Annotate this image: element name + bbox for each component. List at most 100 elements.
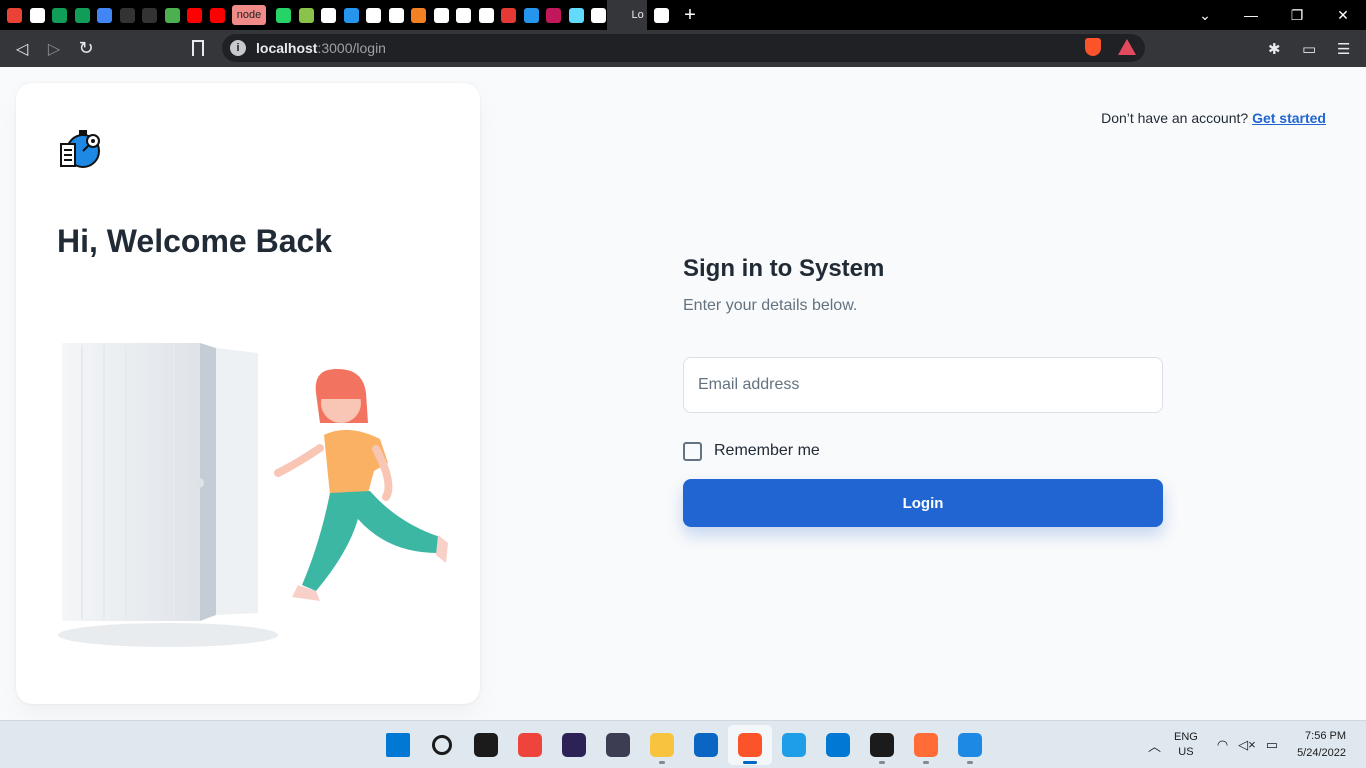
task-view-icon[interactable] <box>464 725 508 765</box>
browser-toolbar: ◁ ▷ ↻ i localhost:3000/login ✱ ▭ ☰ <box>0 30 1366 67</box>
browser-tab[interactable]: G <box>90 0 113 30</box>
minimize-icon[interactable]: — <box>1228 7 1274 23</box>
browser-tab[interactable]: S <box>292 0 315 30</box>
battery-icon[interactable]: ▭ <box>1266 737 1278 753</box>
clock-date: 5/24/2022 <box>1297 747 1346 759</box>
show-hidden-icons-icon[interactable]: ︿ <box>1148 736 1161 755</box>
remember-me[interactable]: Remember me <box>683 441 1163 461</box>
wifi-icon[interactable]: ◠ <box>1217 737 1228 753</box>
browser-tab[interactable]: H <box>382 0 405 30</box>
browser-tab[interactable]: W <box>337 0 360 30</box>
sheet-icon <box>74 7 90 23</box>
menu-icon[interactable]: ☰ <box>1337 30 1350 67</box>
brave-rewards-icon[interactable] <box>1118 39 1136 55</box>
browser-tab[interactable]: ja <box>404 0 427 30</box>
restore-icon[interactable]: ❐ <box>1274 7 1320 24</box>
download-icon <box>298 7 314 23</box>
brave-icon-glyph <box>738 733 762 757</box>
door-illustration <box>58 343 448 647</box>
whatsapp-icon <box>276 7 291 23</box>
signup-text: Don’t have an account? <box>1101 110 1249 126</box>
search-icon[interactable] <box>420 725 464 765</box>
flag-icon <box>433 7 449 23</box>
mail-icon[interactable] <box>816 725 860 765</box>
browser-tab[interactable]: re <box>494 0 517 30</box>
browser-tab[interactable]: C <box>517 0 540 30</box>
windows-start-icon[interactable] <box>376 725 420 765</box>
anydesk-icon[interactable] <box>508 725 552 765</box>
notepad-icon[interactable] <box>948 725 992 765</box>
browser-tab[interactable]: d <box>584 0 607 30</box>
form-subtitle: Enter your details below. <box>683 297 858 314</box>
browser-tab[interactable]: S <box>562 0 585 30</box>
file-explorer-icon[interactable] <box>640 725 684 765</box>
volume-muted-icon[interactable]: ◁× <box>1238 737 1256 753</box>
postman-icon[interactable] <box>904 725 948 765</box>
terminal-icon[interactable] <box>860 725 904 765</box>
language-indicator[interactable]: ENG US <box>1174 730 1198 760</box>
browser-tab[interactable]: p <box>647 0 670 30</box>
github-icon <box>142 7 157 23</box>
browser-tab[interactable]: N <box>180 0 203 30</box>
get-started-link[interactable]: Get started <box>1252 110 1326 126</box>
login-button[interactable]: Login <box>683 479 1163 527</box>
extensions-icon[interactable]: ✱ <box>1268 30 1281 67</box>
windows-start-icon-glyph <box>386 733 410 757</box>
browser-tab[interactable]: T <box>45 0 68 30</box>
browser-tab[interactable]: D <box>0 0 23 30</box>
eclipse-icon-glyph <box>562 733 586 757</box>
notepad-icon-glyph <box>958 733 982 757</box>
browser-tab[interactable]: tr <box>359 0 382 30</box>
bookmark-icon[interactable] <box>192 40 204 56</box>
new-tab-button[interactable]: + <box>679 4 701 27</box>
store-icon[interactable] <box>684 725 728 765</box>
leaf-icon <box>164 7 180 23</box>
browser-tab[interactable]: R <box>23 0 46 30</box>
google-icon <box>591 7 606 23</box>
running-indicator <box>879 761 885 764</box>
remember-checkbox[interactable] <box>683 441 702 461</box>
smile-icon <box>321 7 336 23</box>
reload-icon[interactable]: ↻ <box>70 38 102 59</box>
browser-tab[interactable]: d <box>314 0 337 30</box>
brave-icon[interactable] <box>728 725 772 765</box>
browser-tab[interactable]: Y <box>113 0 136 30</box>
window-controls: ⌄ — ❐ ✕ <box>1182 0 1366 30</box>
close-icon[interactable]: ✕ <box>1320 7 1366 24</box>
system-tray: ︿ ENG US ◠ ◁× ▭ 7:56 PM 5/24/2022 <box>1143 721 1366 768</box>
edge-icon-glyph <box>782 733 806 757</box>
globe-icon <box>456 7 471 23</box>
browser-tab-active[interactable]: Lo✕ <box>606 0 647 30</box>
email-field[interactable]: Email address <box>683 357 1163 413</box>
browser-tab[interactable]: T <box>68 0 91 30</box>
site-info-icon[interactable]: i <box>230 40 246 56</box>
tab-search-icon[interactable]: ⌄ <box>1182 7 1228 24</box>
browser-tab[interactable]: A <box>449 0 472 30</box>
file-explorer-icon-glyph <box>650 733 674 757</box>
running-indicator <box>967 761 973 764</box>
store-icon-glyph <box>694 733 718 757</box>
forward-icon[interactable]: ▷ <box>38 39 70 59</box>
browser-tab[interactable]: B <box>472 0 495 30</box>
edge-icon[interactable] <box>772 725 816 765</box>
browser-tab[interactable]: node <box>225 0 269 30</box>
browser-tab[interactable]: W <box>269 0 292 30</box>
browser-tab[interactable]: d <box>539 0 562 30</box>
back-icon[interactable]: ◁ <box>6 39 38 59</box>
signup-prompt: Don’t have an account? Get started <box>1101 110 1326 126</box>
browser-tab[interactable]: H <box>427 0 450 30</box>
browser-tab[interactable]: Ja <box>203 0 226 30</box>
task-view-icon-glyph <box>474 733 498 757</box>
youtube-icon <box>209 7 225 23</box>
browser-tab[interactable]: E <box>135 0 158 30</box>
login-form: Sign in to System Enter your details bel… <box>683 255 1163 527</box>
clock[interactable]: 7:56 PM 5/24/2022 <box>1297 728 1346 762</box>
browser-tab[interactable]: T <box>158 0 181 30</box>
brave-shield-icon[interactable] <box>1085 38 1101 56</box>
eclipse-icon[interactable] <box>552 725 596 765</box>
wallet-icon[interactable]: ▭ <box>1302 30 1316 67</box>
url-host: localhost <box>256 40 318 56</box>
code-icon[interactable] <box>596 725 640 765</box>
gmail-icon <box>7 7 22 23</box>
address-bar[interactable]: i localhost:3000/login <box>222 34 1145 62</box>
